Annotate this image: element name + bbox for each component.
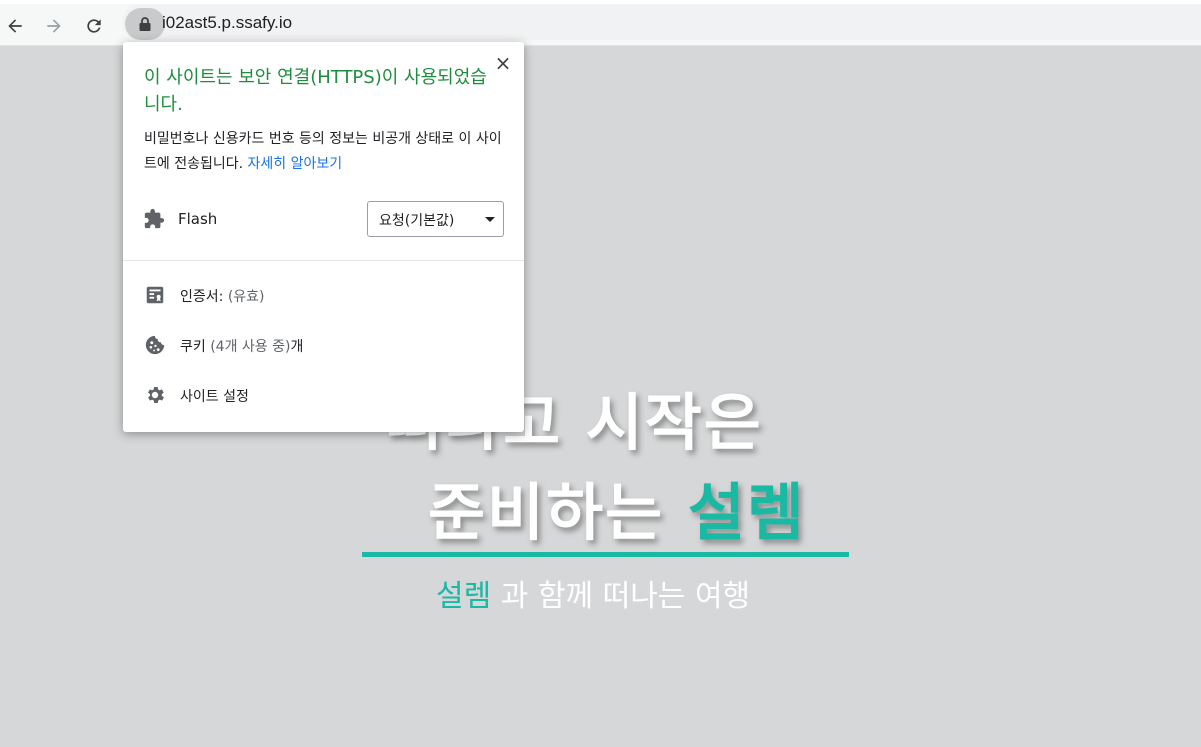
back-button[interactable]: [1, 12, 29, 40]
site-info-button[interactable]: [125, 8, 165, 40]
arrow-left-icon: [8, 19, 22, 33]
hero-line2-accent: 설렘: [687, 476, 806, 549]
cookie-icon: [145, 335, 165, 355]
arrow-right-icon: [47, 19, 61, 33]
reload-button[interactable]: [80, 12, 108, 40]
cookies-menu-item[interactable]: 쿠키 (4개 사용 중)개: [123, 323, 524, 367]
subtitle-rest: 과 함께 떠나는 여행: [491, 579, 751, 614]
cookies-suffix: 개: [290, 339, 304, 355]
hero-heading-line2: 준비하는 설렘: [428, 462, 806, 552]
cookies-label: 쿠키 (4개 사용 중)개: [180, 336, 303, 356]
site-settings-label: 사이트 설정: [180, 389, 249, 405]
lock-icon: [139, 17, 151, 31]
cookies-label-text: 쿠키: [180, 339, 211, 355]
cookies-count: (4개 사용 중): [210, 339, 291, 355]
forward-button[interactable]: [40, 12, 68, 40]
flash-permission-select[interactable]: 요청(기본값): [367, 201, 504, 237]
certificate-label: 인증서: (유효): [180, 286, 265, 306]
flash-label: Flash: [178, 210, 218, 228]
url-text[interactable]: i02ast5.p.ssafy.io: [162, 13, 292, 33]
gear-icon: [148, 387, 164, 403]
subtitle-accent: 설렘: [436, 579, 492, 614]
flash-permission-value: 요청(기본값): [379, 213, 455, 229]
popup-divider: [123, 260, 524, 261]
close-icon[interactable]: ×: [492, 51, 514, 75]
site-settings-menu-item[interactable]: 사이트 설정: [123, 373, 524, 417]
connection-secure-title: 이 사이트는 보안 연결(HTTPS)이 사용되었습니다.: [144, 67, 487, 115]
hero-line2-prefix: 준비하는: [428, 476, 688, 549]
reload-icon: [87, 19, 101, 33]
certificate-label-text: 인증서:: [180, 289, 228, 305]
flash-permission-row: Flash 요청(기본값): [123, 200, 524, 238]
certificate-menu-item[interactable]: 인증서: (유효): [123, 273, 524, 317]
hero-underline: [362, 552, 849, 557]
learn-more-link[interactable]: 자세히 알아보기: [248, 156, 343, 172]
page-info-popup: × 이 사이트는 보안 연결(HTTPS)이 사용되었습니다. 비밀번호나 신용…: [123, 42, 524, 432]
certificate-icon: [146, 286, 164, 304]
hero-subtitle: 설렘 과 함께 떠나는 여행: [436, 571, 750, 615]
certificate-status: (유효): [227, 289, 265, 305]
puzzle-icon: [144, 208, 165, 229]
connection-description: 비밀번호나 신용카드 번호 등의 정보는 비공개 상태로 이 사이트에 전송됩니…: [144, 127, 504, 177]
chevron-down-icon: [485, 217, 495, 222]
